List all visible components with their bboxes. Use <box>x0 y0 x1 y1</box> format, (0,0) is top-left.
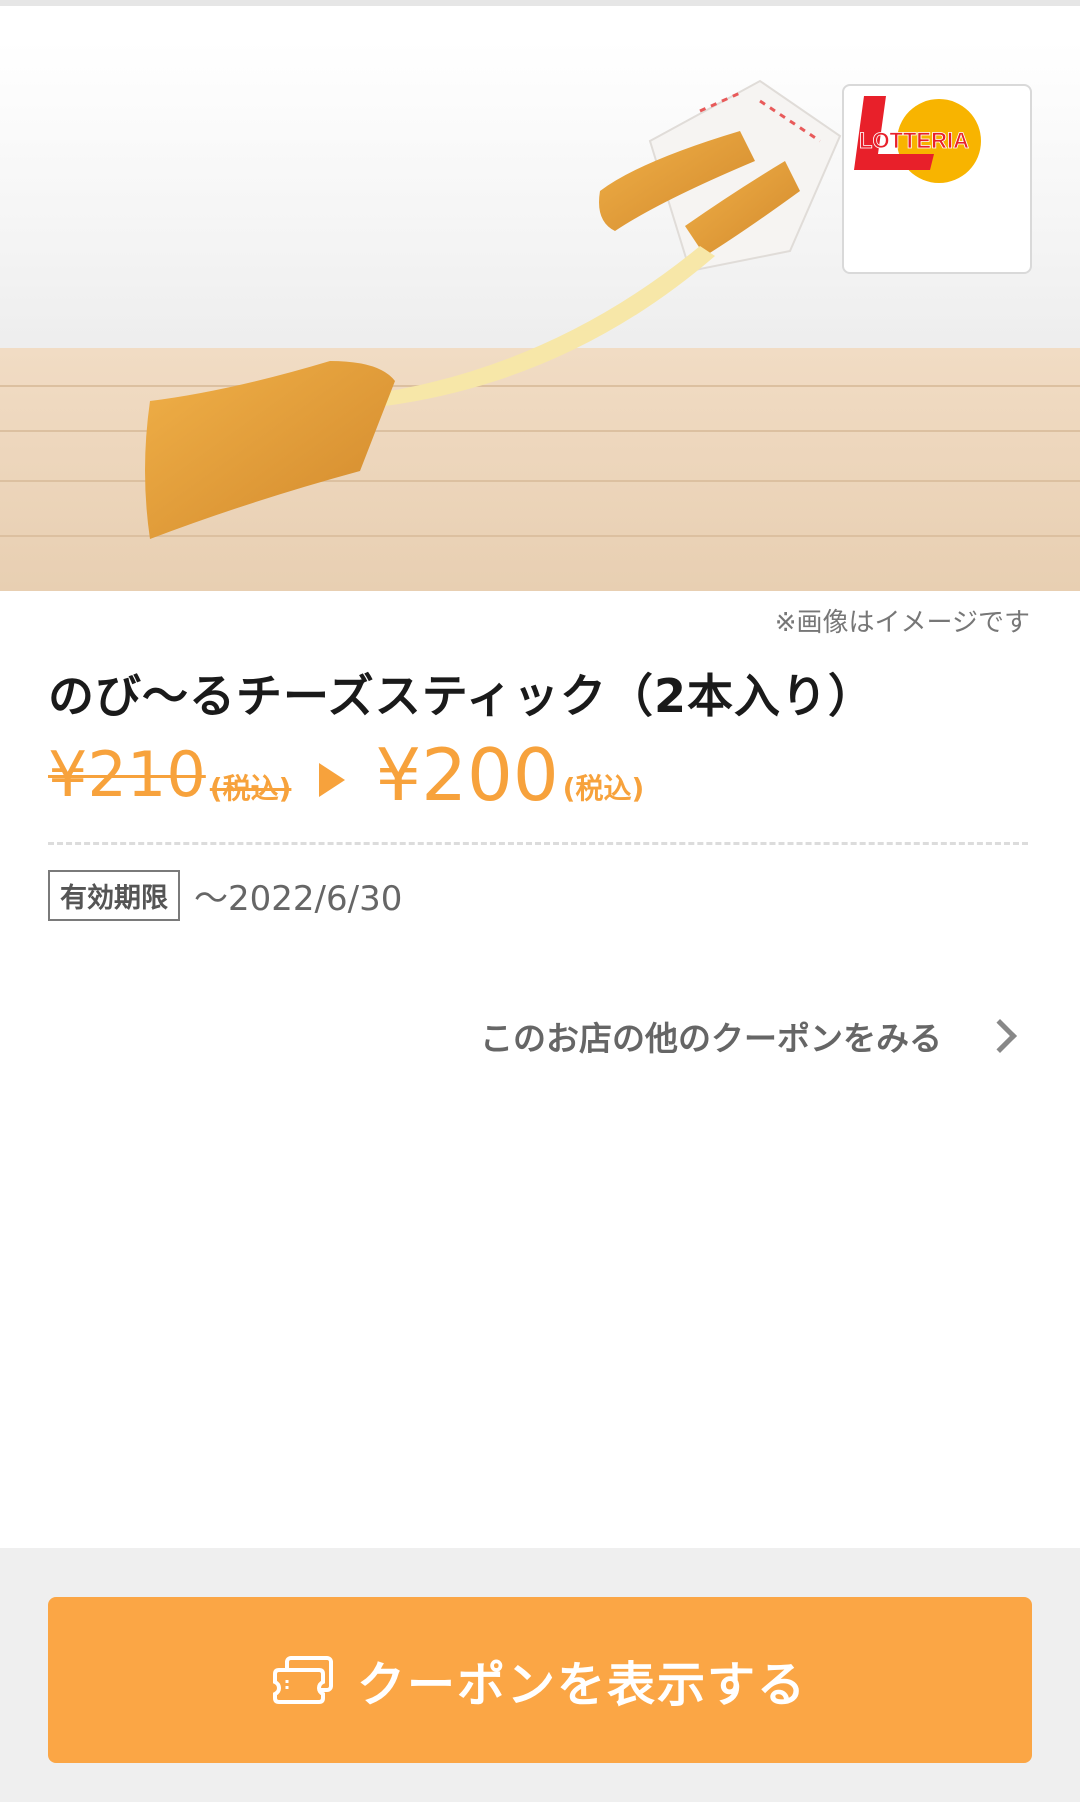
more-coupons-label: このお店の他のクーポンをみる <box>480 1019 942 1058</box>
expiry-row: 有効期限 〜2022/6/30 <box>48 870 402 921</box>
discount-price-tax: (税込) <box>562 772 645 805</box>
expiry-date: 〜2022/6/30 <box>194 879 403 919</box>
lotteria-logo: LOTTERIA <box>842 84 1032 274</box>
chevron-right-icon <box>983 1019 1017 1053</box>
discount-price: ¥200 <box>375 733 559 817</box>
product-title: のび〜るチーズスティック（2本入り） <box>48 669 875 723</box>
image-disclaimer: ※画像はイメージです <box>774 608 1030 638</box>
price-row: ¥210 (税込) ¥200 (税込) <box>48 735 644 815</box>
original-price: ¥210 <box>48 738 206 811</box>
triangle-right-icon <box>319 763 346 797</box>
expiry-label: 有効期限 <box>48 870 180 921</box>
original-price-tax: (税込) <box>209 772 292 805</box>
divider <box>48 842 1028 845</box>
show-coupon-label: クーポンを表示する <box>356 1657 807 1713</box>
ticket-icon <box>272 1656 333 1704</box>
more-coupons-link[interactable]: このお店の他のクーポンをみる <box>480 1012 1017 1060</box>
product-image: LOTTERIA <box>0 41 1080 591</box>
lotteria-logo-mark: LOTTERIA <box>854 96 981 183</box>
svg-text:LOTTERIA: LOTTERIA <box>859 128 969 153</box>
status-strip <box>0 0 1080 6</box>
show-coupon-button[interactable]: クーポンを表示する <box>48 1597 1032 1763</box>
